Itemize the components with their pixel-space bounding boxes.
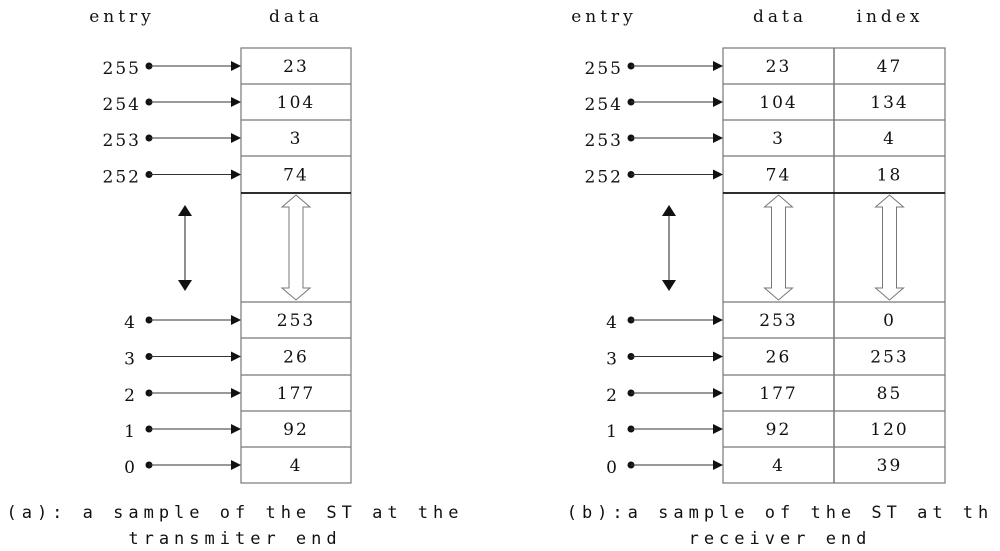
entry-label: 254 — [585, 95, 623, 115]
hollow-double-arrow-icon — [280, 194, 312, 301]
cell-data: 253 — [759, 311, 797, 331]
caption-line-2: transmiter end — [128, 529, 341, 549]
cell-data: 177 — [759, 384, 797, 404]
entry-label: 4 — [124, 313, 137, 333]
table-row: 252 74 — [103, 166, 309, 188]
entry-label: 1 — [606, 422, 619, 442]
cell-data: 92 — [283, 420, 309, 440]
entry-label: 255 — [585, 59, 623, 79]
cell-data: 23 — [283, 57, 309, 77]
cell-data: 253 — [277, 311, 315, 331]
table-row: 255 23 — [103, 57, 309, 79]
cell-index: 120 — [870, 420, 908, 440]
cell-data: 23 — [766, 57, 792, 77]
cell-data: 104 — [277, 93, 315, 113]
table-row: 253 3 4 — [585, 129, 896, 151]
cell-data: 74 — [766, 166, 792, 186]
caption-line-2: receiver end — [689, 529, 872, 549]
entry-label: 2 — [124, 386, 137, 406]
header-entry: entry — [571, 7, 637, 27]
cell-data: 3 — [772, 129, 785, 149]
cell-index: 85 — [877, 384, 903, 404]
header-data: data — [269, 7, 323, 27]
header-index: index — [857, 7, 924, 27]
table-row: 255 23 47 — [585, 57, 903, 79]
cell-index: 39 — [877, 456, 903, 476]
cell-index: 47 — [877, 57, 903, 77]
entry-label: 252 — [585, 168, 623, 188]
entry-label: 253 — [103, 131, 141, 151]
cell-data: 4 — [290, 456, 303, 476]
cell-data: 26 — [766, 348, 792, 368]
table-row: 4 253 0 — [606, 311, 896, 333]
entry-label: 3 — [124, 350, 137, 370]
entry-label: 1 — [124, 422, 137, 442]
entry-label: 252 — [103, 168, 141, 188]
table-row: 2 177 85 — [606, 384, 903, 406]
cell-data: 4 — [772, 456, 785, 476]
table-row: 253 3 — [103, 129, 303, 151]
entry-label: 0 — [606, 458, 619, 478]
cell-data: 26 — [283, 348, 309, 368]
arrow-up-icon — [662, 205, 676, 216]
st-diagram: entry data255 23254 104253 3252 744 2533 262 177… — [6, 7, 994, 549]
header-entry: entry — [89, 7, 155, 27]
cell-data: 92 — [766, 420, 792, 440]
arrow-up-icon — [178, 205, 192, 216]
table-row: 2 177 — [124, 384, 315, 406]
cell-index: 18 — [877, 166, 903, 186]
caption-line-1: (b):a sample of the ST at th — [567, 503, 994, 523]
header-data: data — [753, 7, 807, 27]
cell-data: 3 — [290, 129, 303, 149]
arrow-down-icon — [178, 280, 192, 291]
entry-label: 253 — [585, 131, 623, 151]
entry-label: 255 — [103, 59, 141, 79]
table-row: 3 26 — [124, 348, 309, 370]
caption-line-1: (a): a sample of the ST at the — [6, 503, 463, 523]
table-row: 254 104 — [103, 93, 315, 115]
cell-index: 4 — [883, 129, 896, 149]
entry-label: 4 — [606, 313, 619, 333]
entry-label: 3 — [606, 350, 619, 370]
arrow-down-icon — [662, 280, 676, 291]
cell-data: 177 — [277, 384, 315, 404]
panel-a: entry data255 23254 104253 3252 744 2533 262 177… — [6, 7, 463, 549]
cell-index: 253 — [870, 348, 908, 368]
table-row: 254 104 134 — [585, 93, 908, 115]
table-row: 1 92 120 — [606, 420, 908, 442]
panel-b: entry data index255 23 47254 104 134253 3 4252 74… — [567, 7, 994, 549]
cell-index: 0 — [883, 311, 896, 331]
table-row: 04 — [124, 456, 303, 478]
table-row: 3 26 253 — [606, 348, 908, 370]
entry-label: 0 — [124, 458, 137, 478]
hollow-double-arrow-icon — [763, 194, 794, 301]
hollow-double-arrow-icon — [874, 194, 905, 301]
table-row: 4 253 — [124, 311, 315, 333]
table-row: 252 74 18 — [585, 166, 903, 188]
cell-data: 74 — [283, 166, 309, 186]
cell-index: 134 — [870, 93, 908, 113]
entry-label: 2 — [606, 386, 619, 406]
entry-label: 254 — [103, 95, 141, 115]
cell-data: 104 — [759, 93, 797, 113]
table-row: 1 92 — [124, 420, 309, 442]
table-row: 0 4 39 — [606, 456, 903, 478]
